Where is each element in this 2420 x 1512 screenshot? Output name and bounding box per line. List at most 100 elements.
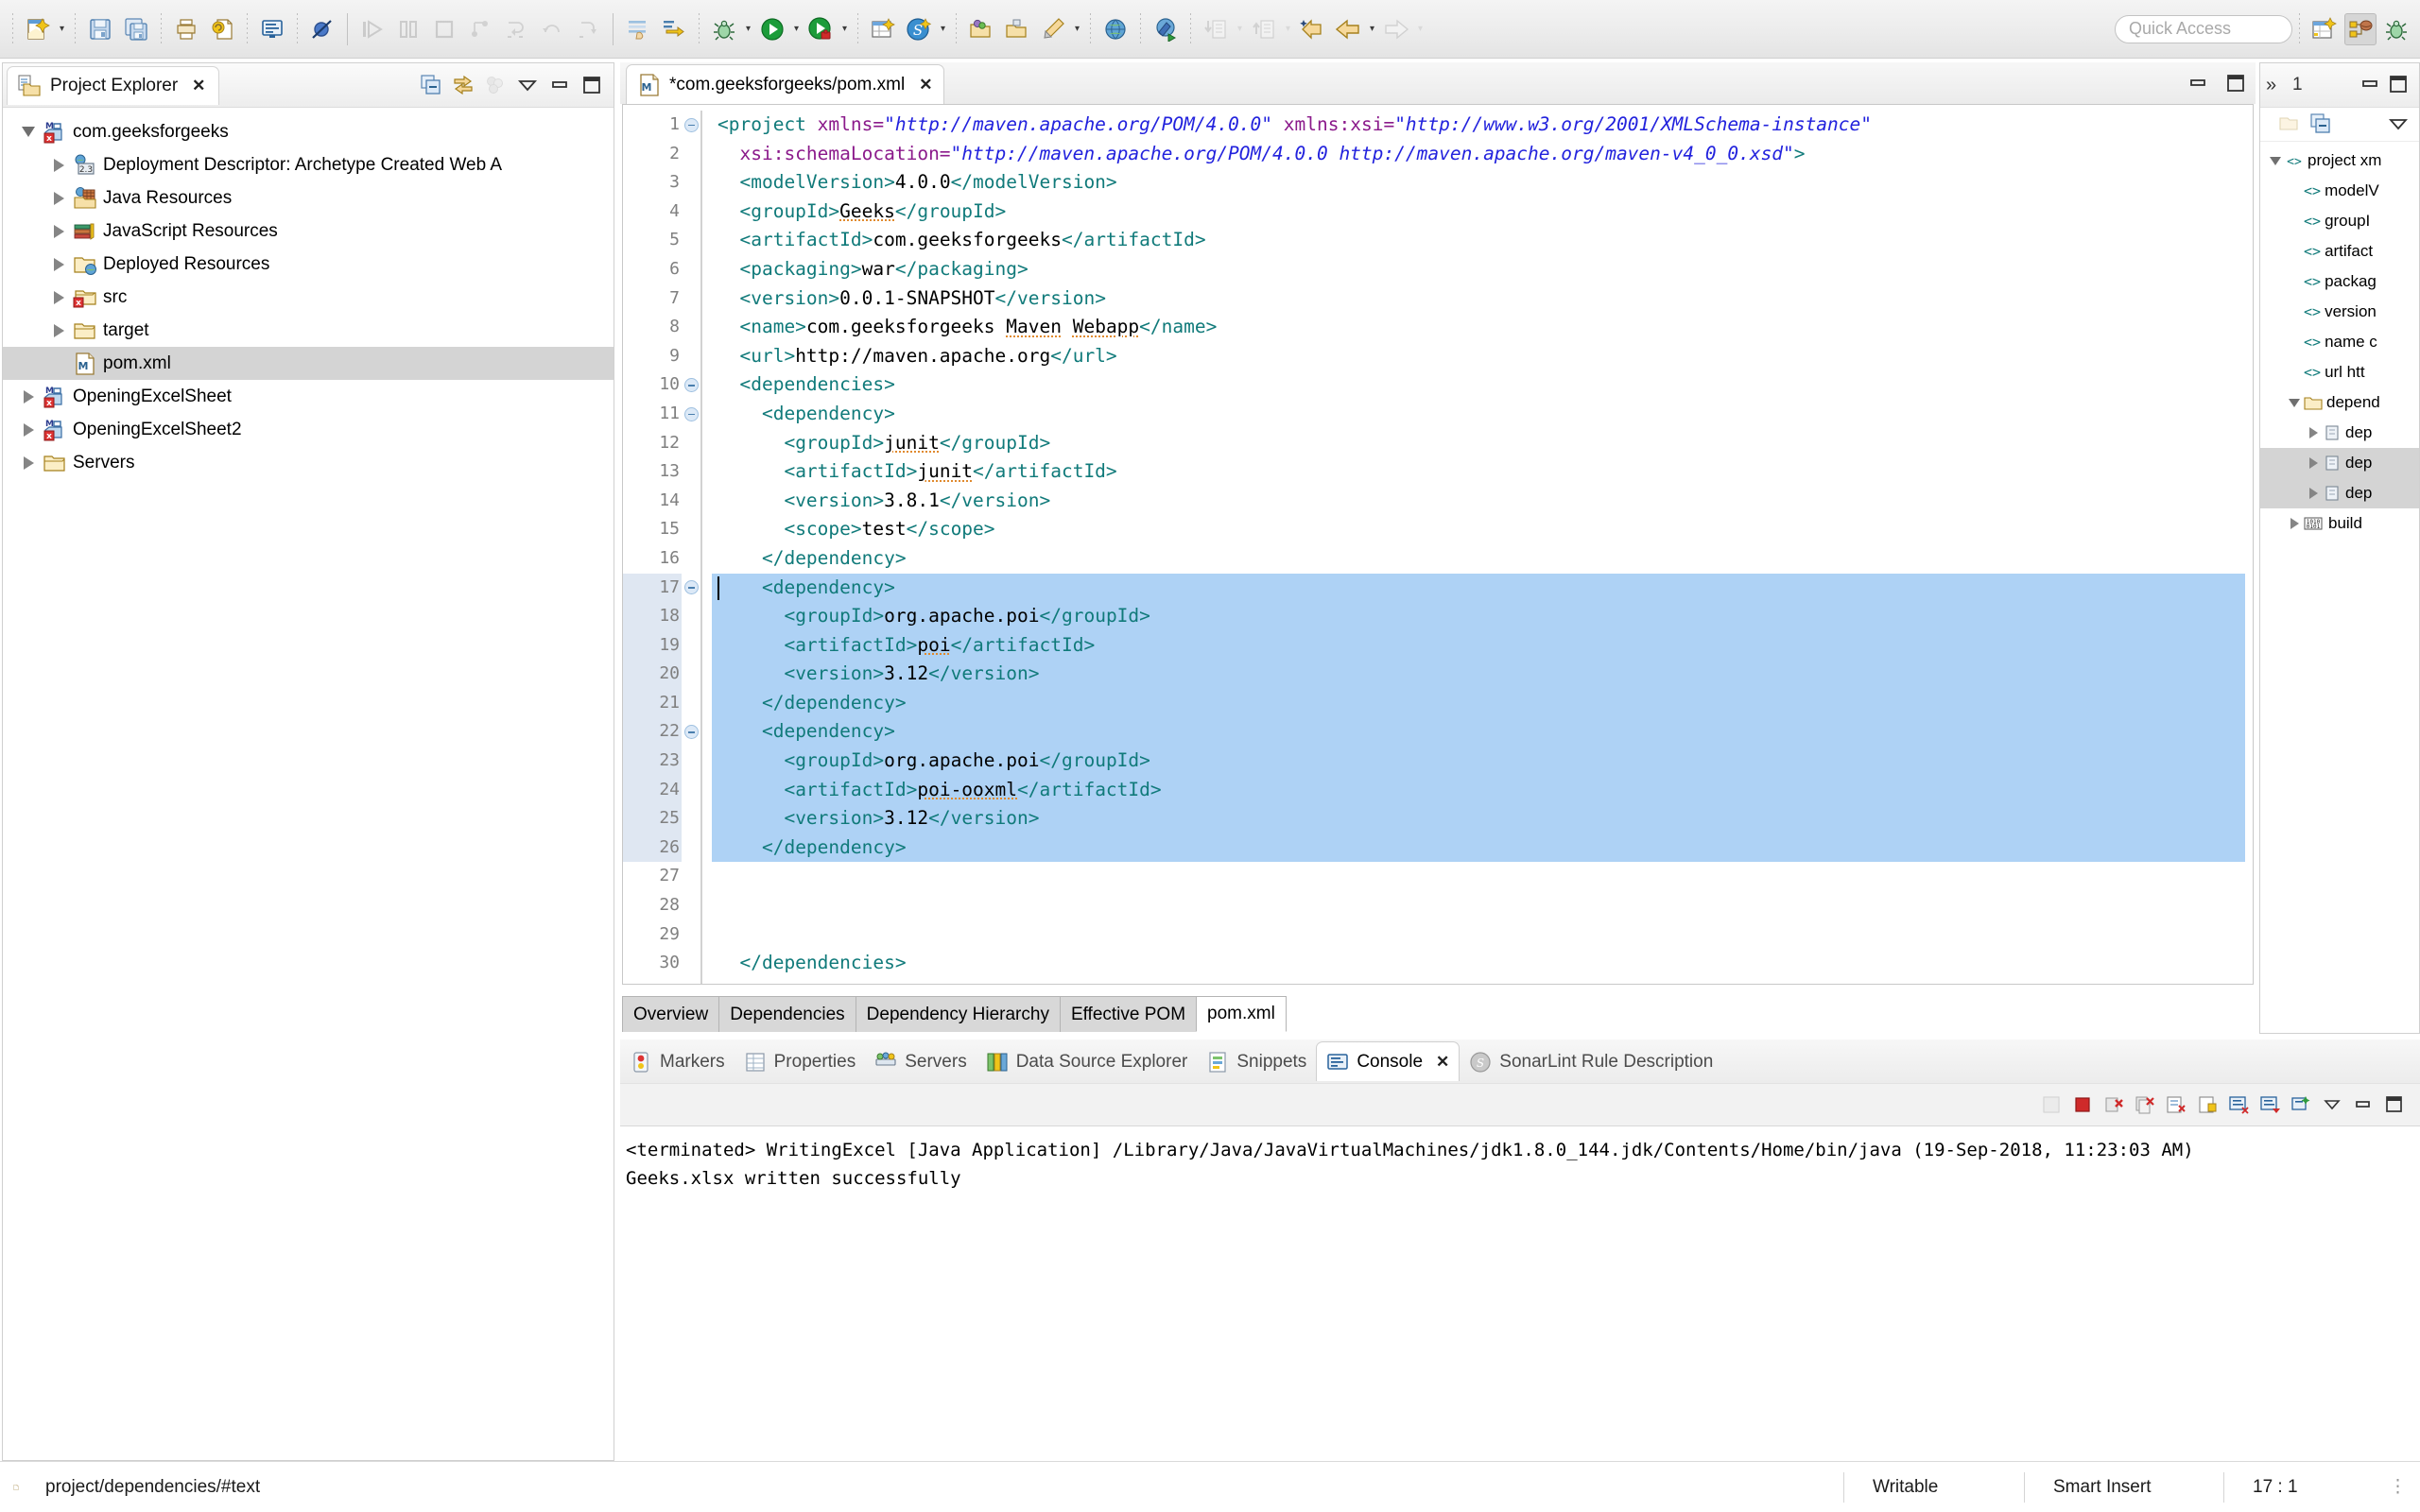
- display-selected-console-button[interactable]: [2224, 1091, 2253, 1119]
- remove-launch-button[interactable]: [2100, 1091, 2128, 1119]
- next-annotation-dropdown[interactable]: ▾: [1282, 13, 1294, 45]
- code-line[interactable]: 3 <modelVersion>4.0.0</modelVersion>: [623, 168, 2253, 198]
- console-tab-servers[interactable]: Servers: [865, 1040, 976, 1084]
- editor-form-tab-dependency-hierarchy[interactable]: Dependency Hierarchy: [856, 996, 1061, 1032]
- expand-arrow-right-icon[interactable]: [2285, 518, 2304, 529]
- expand-arrow-down-icon[interactable]: [2266, 157, 2285, 165]
- editor-form-tab-pom-xml[interactable]: pom.xml: [1196, 996, 1287, 1032]
- fold-toggle-icon[interactable]: [682, 725, 700, 739]
- new-dynamic-web-project-button[interactable]: [867, 13, 899, 45]
- tree-item-deployment-descriptor-archetype-created-web-a[interactable]: 2.3 Deployment Descriptor: Archetype Cre…: [3, 148, 614, 181]
- perspective-web-button[interactable]: [2308, 13, 2341, 45]
- console-tab-data-source-explorer[interactable]: Data Source Explorer: [977, 1040, 1198, 1084]
- outline-item-depend[interactable]: depend: [2260, 387, 2419, 418]
- code-line[interactable]: 17 <dependency>: [623, 574, 2253, 603]
- outline-item-build[interactable]: 1010 0101build: [2260, 508, 2419, 539]
- last-edit-location-button[interactable]: [1296, 13, 1328, 45]
- web-browser-button[interactable]: [1099, 13, 1132, 45]
- open-task-button[interactable]: [1001, 13, 1033, 45]
- sonarlint-button[interactable]: S: [903, 13, 935, 45]
- save-all-button[interactable]: [120, 13, 152, 45]
- outline-item-dep[interactable]: dep: [2260, 478, 2419, 508]
- console-tab-snippets[interactable]: Snippets: [1197, 1040, 1316, 1084]
- fold-toggle-icon[interactable]: [682, 378, 700, 392]
- tree-item-java-resources[interactable]: Java Resources: [3, 181, 614, 215]
- new-wizard-button[interactable]: [22, 13, 54, 45]
- console-tab-console[interactable]: Console✕: [1316, 1041, 1460, 1081]
- code-line[interactable]: 24 <artifactId>poi-ooxml</artifactId>: [623, 776, 2253, 805]
- editor-tab-pom-xml[interactable]: M *com.geeksforgeeks/pom.xml ✕: [626, 64, 944, 104]
- link-with-editor-button[interactable]: [449, 71, 477, 99]
- open-console-button[interactable]: [256, 13, 288, 45]
- tree-item-pom-xml[interactable]: M pom.xml: [3, 347, 614, 380]
- project-tree[interactable]: M x com.geeksforgeeks 2.3 Deployment Des…: [3, 108, 614, 479]
- refresh-xml-button[interactable]: [206, 13, 238, 45]
- code-line[interactable]: 2 xsi:schemaLocation="http://maven.apach…: [623, 140, 2253, 169]
- console-minimize-button[interactable]: [2349, 1091, 2377, 1119]
- code-line[interactable]: 8 <name>com.geeksforgeeks Maven Webapp</…: [623, 313, 2253, 342]
- code-line[interactable]: 9 <url>http://maven.apache.org</url>: [623, 342, 2253, 371]
- quick-access-input[interactable]: Quick Access: [2115, 15, 2292, 43]
- coverage-dropdown[interactable]: ▾: [838, 13, 851, 45]
- expand-arrow-right-icon[interactable]: [16, 423, 41, 437]
- code-line[interactable]: 29: [623, 920, 2253, 950]
- outline-collapse-button[interactable]: [2309, 112, 2332, 135]
- code-line[interactable]: 12 <groupId>junit</groupId>: [623, 429, 2253, 458]
- outline-item-artifact[interactable]: <>artifact: [2260, 236, 2419, 266]
- expand-arrow-right-icon[interactable]: [46, 291, 71, 304]
- outline-item-groupi[interactable]: <>groupI: [2260, 206, 2419, 236]
- code-line[interactable]: 6 <packaging>war</packaging>: [623, 255, 2253, 284]
- print-button[interactable]: [170, 13, 202, 45]
- back-dropdown[interactable]: ▾: [1366, 13, 1378, 45]
- new-java-class-button[interactable]: [1037, 13, 1069, 45]
- outline-sort-button[interactable]: [2277, 112, 2300, 135]
- outline-item-name-c[interactable]: <>name c: [2260, 327, 2419, 357]
- minimize-button[interactable]: [545, 71, 574, 99]
- tree-item-com-geeksforgeeks[interactable]: M x com.geeksforgeeks: [3, 115, 614, 148]
- code-line[interactable]: 16 </dependency>: [623, 544, 2253, 574]
- code-line[interactable]: 22 <dependency>: [623, 717, 2253, 747]
- outline-minimize-button[interactable]: [2359, 73, 2381, 95]
- outline-item-modelv[interactable]: <>modelV: [2260, 176, 2419, 206]
- code-line[interactable]: 23 <groupId>org.apache.poi</groupId>: [623, 747, 2253, 776]
- outline-item-url-htt[interactable]: <>url htt: [2260, 357, 2419, 387]
- console-output[interactable]: <terminated> WritingExcel [Java Applicat…: [620, 1126, 2420, 1461]
- expand-arrow-right-icon[interactable]: [46, 159, 71, 172]
- run-dropdown[interactable]: ▾: [790, 13, 803, 45]
- forward-dropdown[interactable]: ▾: [1414, 13, 1426, 45]
- editor-maximize-button[interactable]: [2221, 69, 2250, 97]
- console-tab-properties[interactable]: Properties: [735, 1040, 866, 1084]
- tree-item-target[interactable]: target: [3, 314, 614, 347]
- debug-dropdown[interactable]: ▾: [742, 13, 754, 45]
- code-line[interactable]: 26 </dependency>: [623, 833, 2253, 863]
- fold-toggle-icon[interactable]: [682, 580, 700, 594]
- expand-arrow-right-icon[interactable]: [16, 456, 41, 470]
- console-maximize-button[interactable]: [2380, 1091, 2409, 1119]
- sonarlint-dropdown[interactable]: ▾: [937, 13, 949, 45]
- expand-arrow-right-icon[interactable]: [46, 225, 71, 238]
- toggle-mark-occurrences-button[interactable]: [622, 13, 654, 45]
- tree-item-javascript-resources[interactable]: JavaScript Resources: [3, 215, 614, 248]
- new-console-view-button[interactable]: [2287, 1091, 2315, 1119]
- close-icon[interactable]: ✕: [192, 77, 205, 95]
- outline-item-dep[interactable]: dep: [2260, 448, 2419, 478]
- expand-arrow-right-icon[interactable]: [2304, 457, 2323, 469]
- coverage-button[interactable]: [804, 13, 837, 45]
- focus-on-active-task-button[interactable]: [481, 71, 510, 99]
- outline-tree[interactable]: <>project xm<>modelV<>groupI<>artifact<>…: [2260, 142, 2419, 539]
- code-line[interactable]: 4 <groupId>Geeks</groupId>: [623, 198, 2253, 227]
- code-line[interactable]: 1<project xmlns="http://maven.apache.org…: [623, 111, 2253, 140]
- editor-form-tabs[interactable]: OverviewDependenciesDependency Hierarchy…: [622, 988, 2254, 1032]
- console-tabbar[interactable]: Markers Properties Servers Data Source E…: [620, 1040, 2420, 1083]
- code-line[interactable]: 18 <groupId>org.apache.poi</groupId>: [623, 602, 2253, 631]
- console-menu-button[interactable]: [2318, 1091, 2346, 1119]
- expand-arrow-right-icon[interactable]: [16, 390, 41, 404]
- previous-annotation-dropdown[interactable]: ▾: [1234, 13, 1246, 45]
- run-last-tool-button[interactable]: [658, 13, 690, 45]
- tree-item-openingexcelsheet[interactable]: M x OpeningExcelSheet: [3, 380, 614, 413]
- open-type-button[interactable]: [965, 13, 997, 45]
- pin-console-button[interactable]: [2193, 1091, 2221, 1119]
- code-line[interactable]: 5 <artifactId>com.geeksforgeeks</artifac…: [623, 226, 2253, 255]
- editor-minimize-button[interactable]: [2184, 69, 2212, 97]
- close-icon[interactable]: ✕: [1436, 1053, 1449, 1072]
